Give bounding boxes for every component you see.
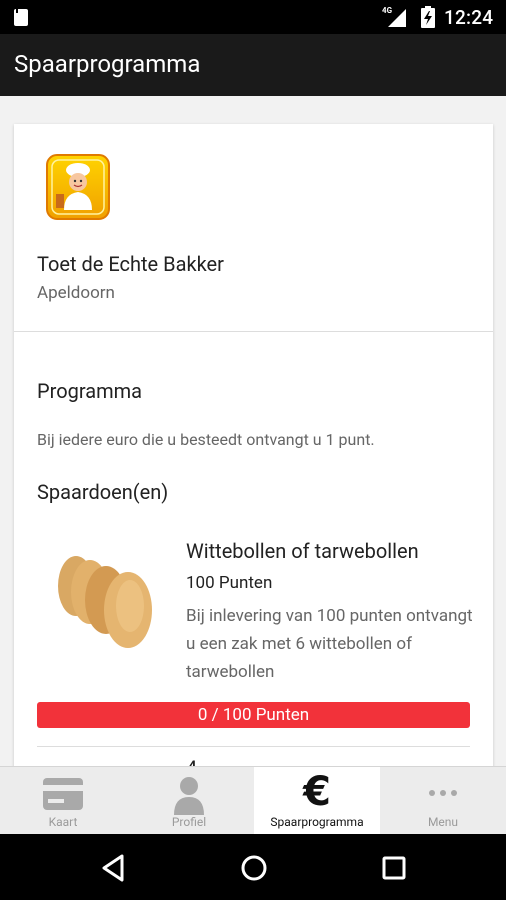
home-icon[interactable]: [236, 850, 272, 886]
divider: [37, 746, 470, 747]
tab-kaart[interactable]: Kaart: [0, 767, 126, 834]
rewards-heading: Spaardoen(en): [37, 480, 169, 504]
reward-title: Wittebollen of tarwebollen: [186, 539, 419, 563]
app-bar: Spaarprogramma: [0, 34, 506, 96]
back-icon[interactable]: [96, 850, 132, 886]
tab-label: Profiel: [171, 815, 207, 829]
battery-icon: [421, 6, 435, 28]
shop-name: Toet de Echte Bakker: [37, 252, 224, 276]
progress-label: 0 / 100 Punten: [197, 705, 310, 725]
program-heading: Programma: [37, 379, 143, 403]
signal-icon: [388, 9, 406, 27]
divider: [14, 331, 493, 332]
baker-logo-icon: [46, 154, 110, 220]
main-content[interactable]: Toet de Echte Bakker Apeldoorn Programma…: [0, 96, 506, 766]
bread-rolls-image[interactable]: [50, 542, 166, 658]
more-dots-icon: [429, 790, 457, 796]
tab-label: Kaart: [48, 815, 78, 829]
euro-icon: €: [303, 769, 331, 815]
tab-label: Spaarprogramma: [270, 815, 364, 829]
program-card: Toet de Echte Bakker Apeldoorn Programma…: [14, 124, 493, 766]
next-reward-title: 4 ... ...: [186, 756, 239, 766]
sd-card-icon: [14, 9, 30, 26]
clock: 12:24: [444, 6, 494, 29]
card-icon: [43, 778, 83, 810]
tab-spaarprogramma[interactable]: € Spaarprogramma: [254, 767, 380, 834]
reward-description: Bij inlevering van 100 punten ontvangt u…: [186, 606, 473, 682]
tab-profiel[interactable]: Profiel: [126, 767, 252, 834]
program-description: Bij iedere euro die u besteedt ontvangt …: [37, 430, 375, 449]
reward-points: 100 Punten: [186, 573, 273, 593]
tab-menu[interactable]: Menu: [380, 767, 506, 834]
person-icon: [174, 777, 204, 815]
shop-city: Apeldoorn: [37, 283, 115, 303]
tab-label: Menu: [427, 815, 459, 829]
system-nav-bar: [0, 834, 506, 900]
reward-progress-bar: 0 / 100 Punten: [37, 702, 470, 728]
status-bar: 4G 12:24: [0, 0, 506, 34]
bottom-tab-bar: Kaart Profiel € Spaarprogramma Menu: [0, 766, 506, 834]
page-title: Spaarprogramma: [14, 50, 201, 78]
recents-icon[interactable]: [376, 850, 412, 886]
